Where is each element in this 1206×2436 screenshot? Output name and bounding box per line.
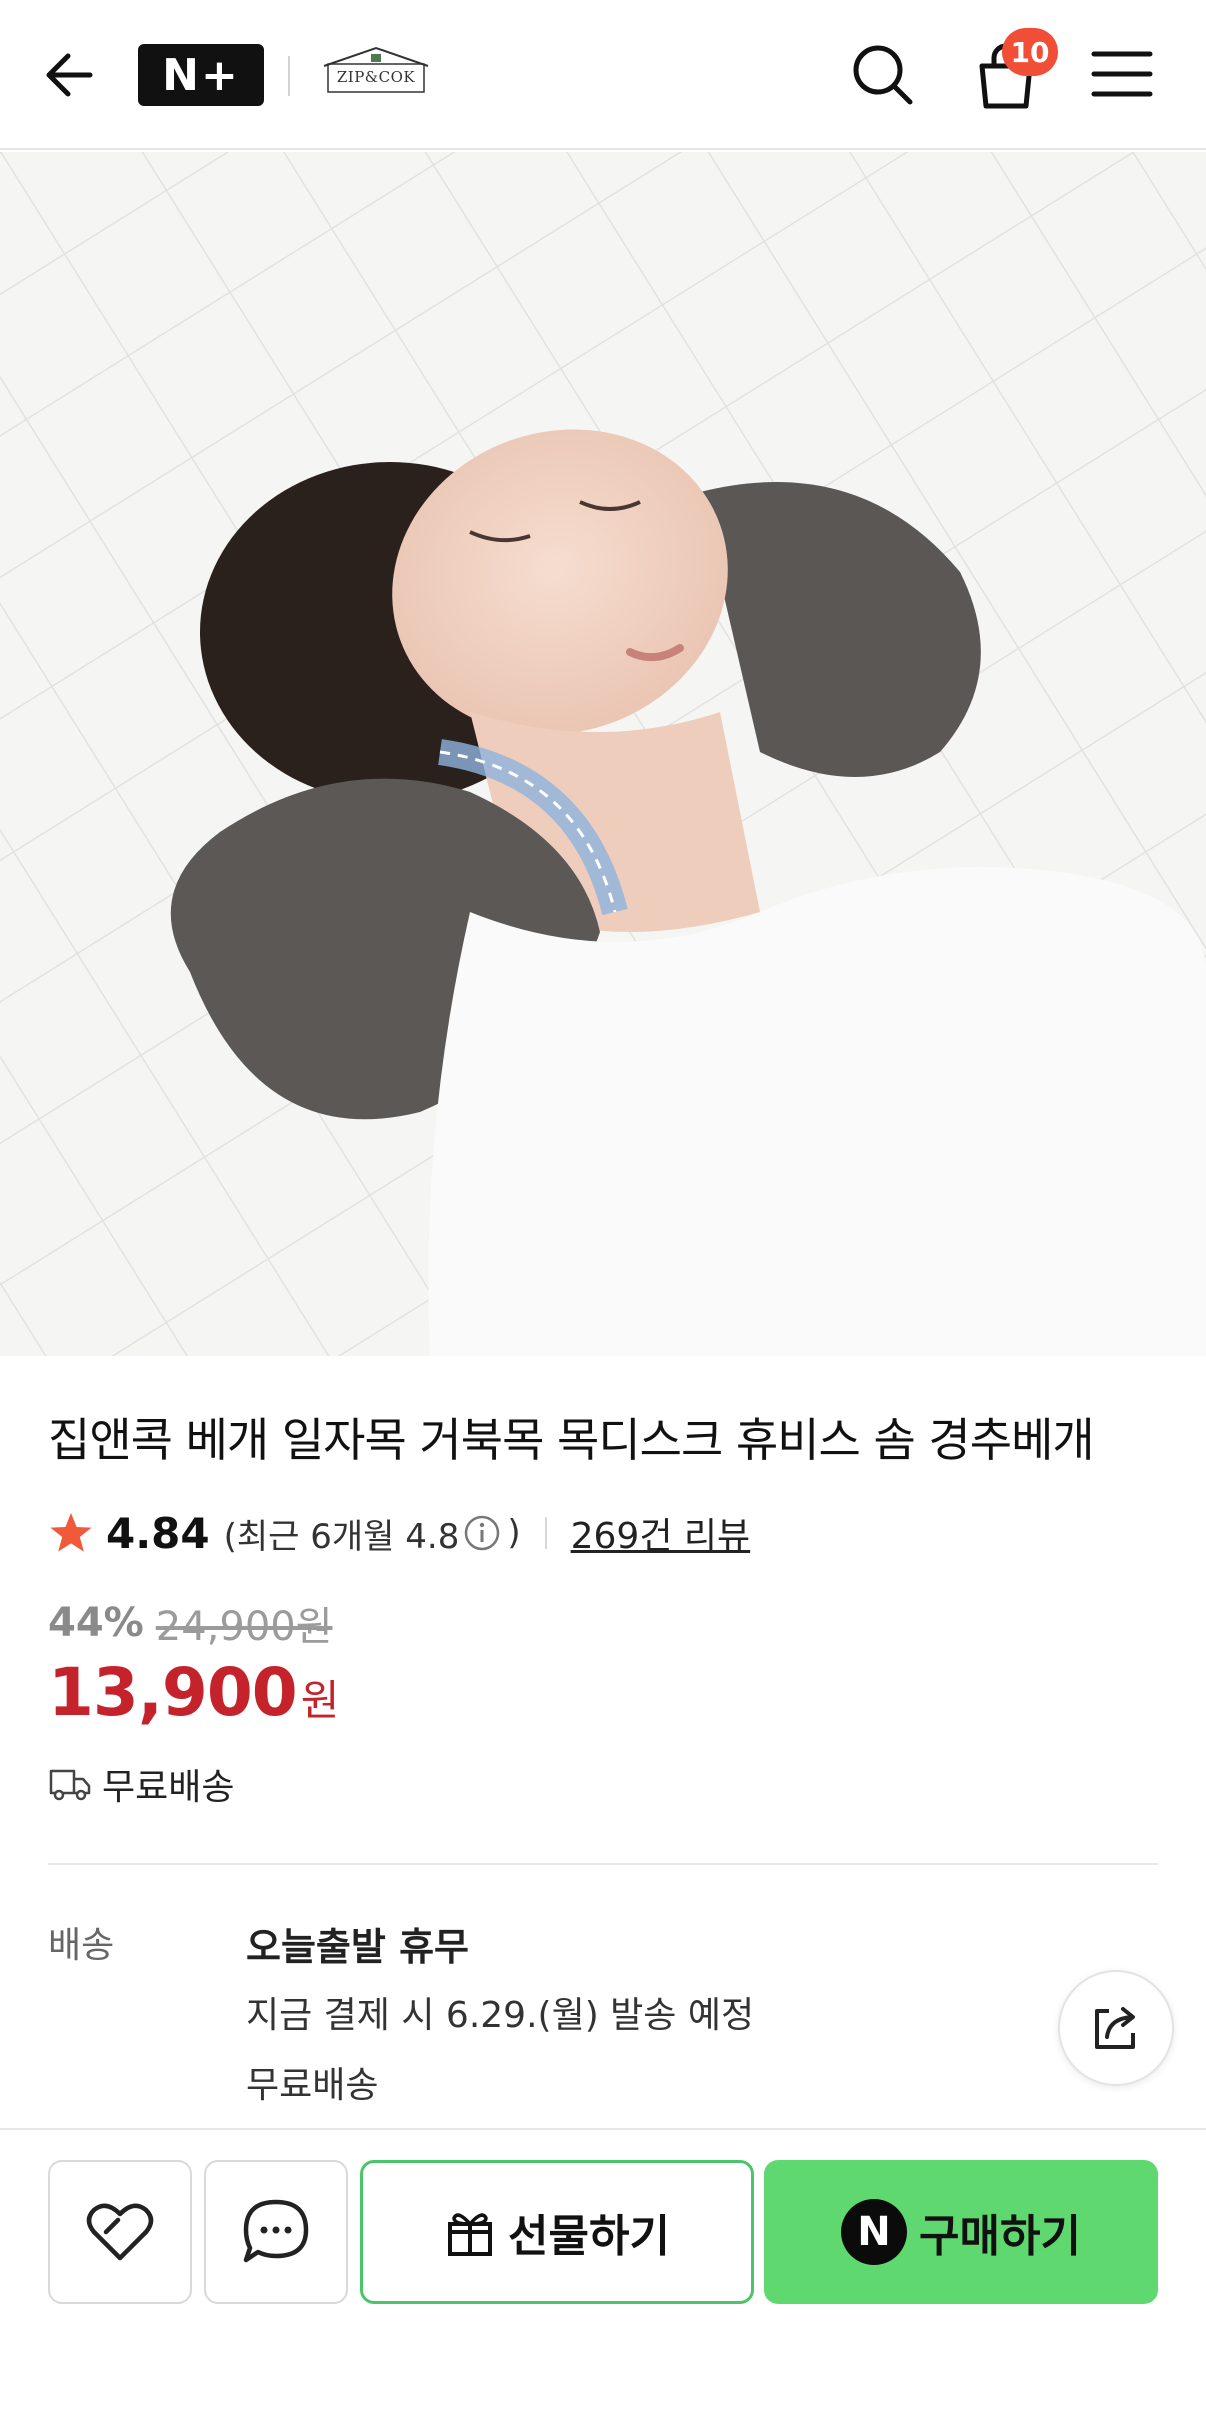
free-shipping-row: 무료배송 (48, 1758, 234, 1810)
share-button[interactable] (1058, 1970, 1174, 2086)
discount-rate: 44% (48, 1600, 144, 1646)
rating-divider (544, 1517, 547, 1549)
back-arrow-icon (46, 53, 93, 97)
gift-icon (448, 2213, 493, 2256)
menu-icon (1091, 51, 1153, 97)
shipping-fee: 무료배송 (246, 2065, 379, 2106)
shipping-label: 배송 (48, 1925, 115, 1966)
header-divider (288, 56, 290, 96)
heart-check-icon (86, 2203, 154, 2261)
sale-price: 13,900 (48, 1654, 298, 1731)
naver-pay-badge: N (841, 2199, 908, 2265)
search-button[interactable] (846, 38, 918, 110)
chat-icon (243, 2199, 309, 2263)
share-icon (1095, 2007, 1135, 2049)
product-image-gallery[interactable]: 1/9 (0, 152, 1206, 1356)
search-icon (853, 45, 913, 105)
cart-count-badge: 10 (1002, 28, 1058, 76)
buy-label: 구매하기 (919, 2211, 1081, 2262)
discount-row: 44% 24,900원 (48, 1594, 333, 1652)
product-title: 집앤콕 베개 일자목 거북목 목디스크 휴비스 솜 경추베개 (48, 1413, 1095, 1467)
naver-plus-logo[interactable]: N+ (138, 44, 264, 106)
buy-button[interactable]: N 구매하기 (764, 2160, 1158, 2304)
sale-price-row: 13,900 원 (48, 1654, 339, 1744)
truck-icon (49, 1769, 91, 1801)
reviews-link[interactable]: 269건 리뷰 (571, 1507, 751, 1559)
back-button[interactable] (38, 42, 104, 108)
wishlist-button[interactable] (48, 2160, 192, 2304)
free-shipping-text: 무료배송 (102, 1767, 235, 1808)
brand-logo-text: ZIP&COK (336, 68, 416, 86)
product-photo (0, 152, 1206, 1356)
shipping-status: 오늘출발 휴무 (246, 1925, 469, 1969)
top-header: N+ ZIP&COK 10 (0, 0, 1206, 150)
original-price: 24,900원 (155, 1604, 333, 1650)
rating-row: 4.84 (최근 6개월 4.8 ) 269건 리뷰 (48, 1506, 750, 1560)
recent-rating-close: ) (507, 1513, 521, 1553)
gift-button[interactable]: 선물하기 (360, 2160, 754, 2304)
section-divider (48, 1863, 1158, 1865)
star-icon (50, 1513, 92, 1552)
rating-score: 4.84 (106, 1508, 210, 1558)
brand-logo[interactable]: ZIP&COK (318, 44, 434, 100)
recent-rating-text: (최근 6개월 4.8 (223, 1516, 460, 1557)
menu-button[interactable] (1090, 44, 1154, 104)
gift-label: 선물하기 (508, 2211, 670, 2262)
chat-button[interactable] (204, 2160, 348, 2304)
shipping-schedule: 지금 결제 시 6.29.(월) 발송 예정 (246, 1995, 755, 2036)
recent-rating: (최근 6개월 4.8 ) (224, 1509, 521, 1558)
price-unit: 원 (300, 1676, 340, 1725)
info-icon[interactable] (463, 1514, 501, 1552)
